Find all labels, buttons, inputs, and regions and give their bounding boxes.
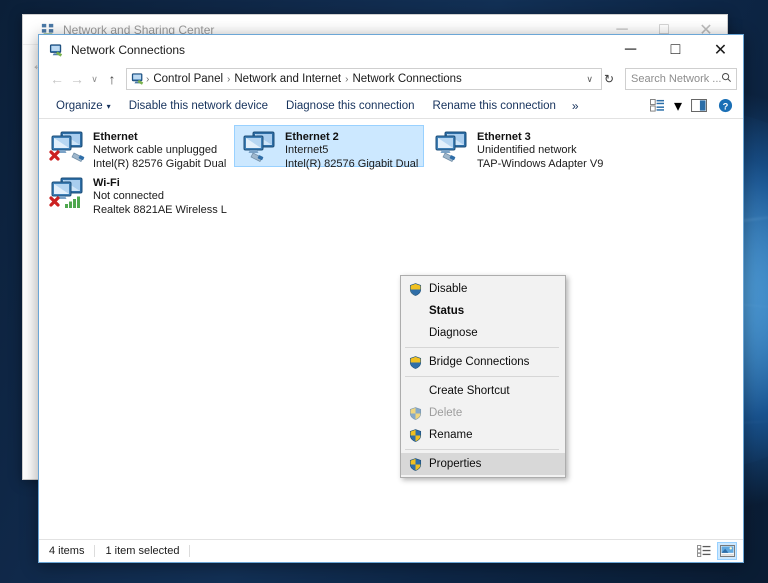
shield-icon — [405, 406, 425, 420]
connection-item-wifi[interactable]: Wi-Fi Not connected Realtek 8821AE Wirel… — [42, 171, 232, 216]
change-view-button[interactable] — [645, 95, 669, 117]
menu-item-delete: Delete — [401, 402, 565, 424]
address-dropdown-icon[interactable]: ∨ — [580, 74, 599, 85]
organize-label: Organize — [56, 99, 103, 112]
network-adapter-icon — [431, 129, 477, 167]
menu-item-status[interactable]: Status — [401, 300, 565, 322]
network-adapter-icon — [239, 129, 285, 167]
connection-status: Network cable unplugged — [93, 144, 218, 156]
recent-locations-button[interactable]: ∨ — [87, 68, 102, 90]
address-box[interactable]: › Control Panel › Network and Internet ›… — [126, 68, 602, 90]
menu-item-bridge-connections[interactable]: Bridge Connections — [401, 351, 565, 373]
menu-item-label: Rename — [429, 429, 473, 441]
command-bar: Organize ▾ Disable this network device Di… — [39, 93, 743, 119]
menu-separator — [405, 347, 559, 348]
large-icons-view-icon[interactable] — [717, 542, 737, 560]
connection-name: Ethernet 3 — [477, 131, 531, 143]
network-connections-window[interactable]: Network Connections ─ □ ✕ ← → ∨ ↑ › Cont… — [38, 34, 744, 563]
connection-name: Ethernet 2 — [285, 131, 339, 143]
connection-item-ethernet-3[interactable]: Ethernet 3 Unidentified network TAP-Wind… — [426, 125, 616, 170]
connection-name: Wi-Fi — [93, 177, 120, 189]
status-selection-info: 1 item selected — [105, 545, 191, 557]
connection-text: Ethernet 3 Unidentified network TAP-Wind… — [477, 129, 603, 171]
breadcrumb-item-control-panel[interactable]: Control Panel — [150, 73, 226, 85]
command-bar-right: ▾ ? — [645, 95, 737, 117]
menu-item-label: Properties — [429, 458, 482, 470]
network-adapter-icon — [47, 129, 93, 167]
status-bar: 4 items 1 item selected — [39, 539, 743, 562]
connection-device: Intel(R) 82576 Gigabit Dual ... — [285, 158, 419, 170]
command-overflow-button[interactable]: » — [565, 95, 586, 117]
chevron-down-icon: ▾ — [106, 101, 111, 111]
menu-item-label: Diagnose — [429, 327, 478, 339]
connection-device: TAP-Windows Adapter V9 — [477, 158, 604, 170]
connection-text: Ethernet 2 Internet5 Intel(R) 82576 Giga… — [285, 129, 419, 171]
preview-pane-button[interactable] — [687, 95, 711, 117]
status-item-count: 4 items — [49, 545, 96, 557]
menu-item-label: Status — [429, 305, 465, 317]
back-button[interactable]: ← — [47, 68, 67, 90]
network-connections-icon — [49, 43, 64, 58]
breadcrumb-item-network-connections[interactable]: Network Connections — [349, 73, 464, 85]
wireless-adapter-icon — [47, 175, 93, 213]
close-button[interactable]: ✕ — [698, 35, 743, 65]
menu-item-label: Create Shortcut — [429, 385, 510, 397]
address-location-icon — [131, 72, 145, 86]
shield-icon — [405, 457, 425, 471]
menu-separator — [405, 376, 559, 377]
connection-device: Intel(R) 82576 Gigabit Dual ... — [93, 158, 227, 170]
menu-item-create-shortcut[interactable]: Create Shortcut — [401, 380, 565, 402]
menu-item-properties[interactable]: Properties — [401, 453, 565, 475]
svg-text:?: ? — [722, 101, 728, 111]
rename-connection-button[interactable]: Rename this connection — [424, 96, 565, 116]
connection-status: Unidentified network — [477, 144, 577, 156]
desktop-background: Network and Sharing Center ─ □ ✕ ← Netwo… — [0, 0, 768, 583]
diagnose-connection-button[interactable]: Diagnose this connection — [277, 96, 424, 116]
connection-status: Not connected — [93, 190, 164, 202]
menu-separator — [405, 449, 559, 450]
disable-device-button[interactable]: Disable this network device — [120, 96, 277, 116]
connection-items: Ethernet Network cable unplugged Intel(R… — [39, 119, 743, 219]
breadcrumb: › Control Panel › Network and Internet ›… — [145, 73, 465, 85]
forward-button[interactable]: → — [67, 68, 87, 90]
connection-text: Ethernet Network cable unplugged Intel(R… — [93, 129, 227, 171]
maximize-button[interactable]: □ — [653, 35, 698, 65]
search-placeholder: Search Network ... — [631, 73, 722, 85]
connections-list[interactable]: Ethernet Network cable unplugged Intel(R… — [39, 119, 743, 539]
shield-icon — [405, 428, 425, 442]
address-bar: ← → ∨ ↑ › Control Panel › Network and In… — [39, 65, 743, 93]
context-menu[interactable]: Disable Status Diagnose Bridge Connectio… — [400, 275, 566, 478]
connection-item-ethernet-2[interactable]: Ethernet 2 Internet5 Intel(R) 82576 Giga… — [234, 125, 424, 170]
window-title: Network Connections — [71, 43, 186, 57]
menu-item-diagnose[interactable]: Diagnose — [401, 322, 565, 344]
up-button[interactable]: ↑ — [102, 68, 122, 90]
details-view-icon[interactable] — [694, 542, 714, 560]
shield-icon — [405, 282, 425, 296]
connection-device: Realtek 8821AE Wireless LA... — [93, 204, 227, 216]
shield-icon — [405, 355, 425, 369]
connection-item-ethernet[interactable]: Ethernet Network cable unplugged Intel(R… — [42, 125, 232, 170]
menu-item-label: Delete — [429, 407, 463, 419]
connection-name: Ethernet — [93, 131, 138, 143]
search-icon — [721, 72, 732, 86]
connection-status: Internet5 — [285, 144, 329, 156]
menu-item-disable[interactable]: Disable — [401, 278, 565, 300]
menu-item-label: Bridge Connections — [429, 356, 530, 368]
connection-text: Wi-Fi Not connected Realtek 8821AE Wirel… — [93, 175, 227, 217]
window-titlebar[interactable]: Network Connections ─ □ ✕ — [39, 35, 743, 65]
minimize-button[interactable]: ─ — [608, 35, 653, 65]
refresh-button[interactable]: ↻ — [602, 72, 619, 86]
menu-item-label: Disable — [429, 283, 468, 295]
search-input[interactable]: Search Network ... — [625, 68, 737, 90]
view-mode-buttons — [694, 542, 737, 560]
change-view-caret[interactable]: ▾ — [671, 95, 685, 117]
window-buttons: ─ □ ✕ — [608, 35, 743, 65]
breadcrumb-item-network-and-internet[interactable]: Network and Internet — [231, 73, 344, 85]
help-button[interactable]: ? — [713, 95, 737, 117]
organize-button[interactable]: Organize ▾ — [47, 96, 120, 116]
menu-item-rename[interactable]: Rename — [401, 424, 565, 446]
